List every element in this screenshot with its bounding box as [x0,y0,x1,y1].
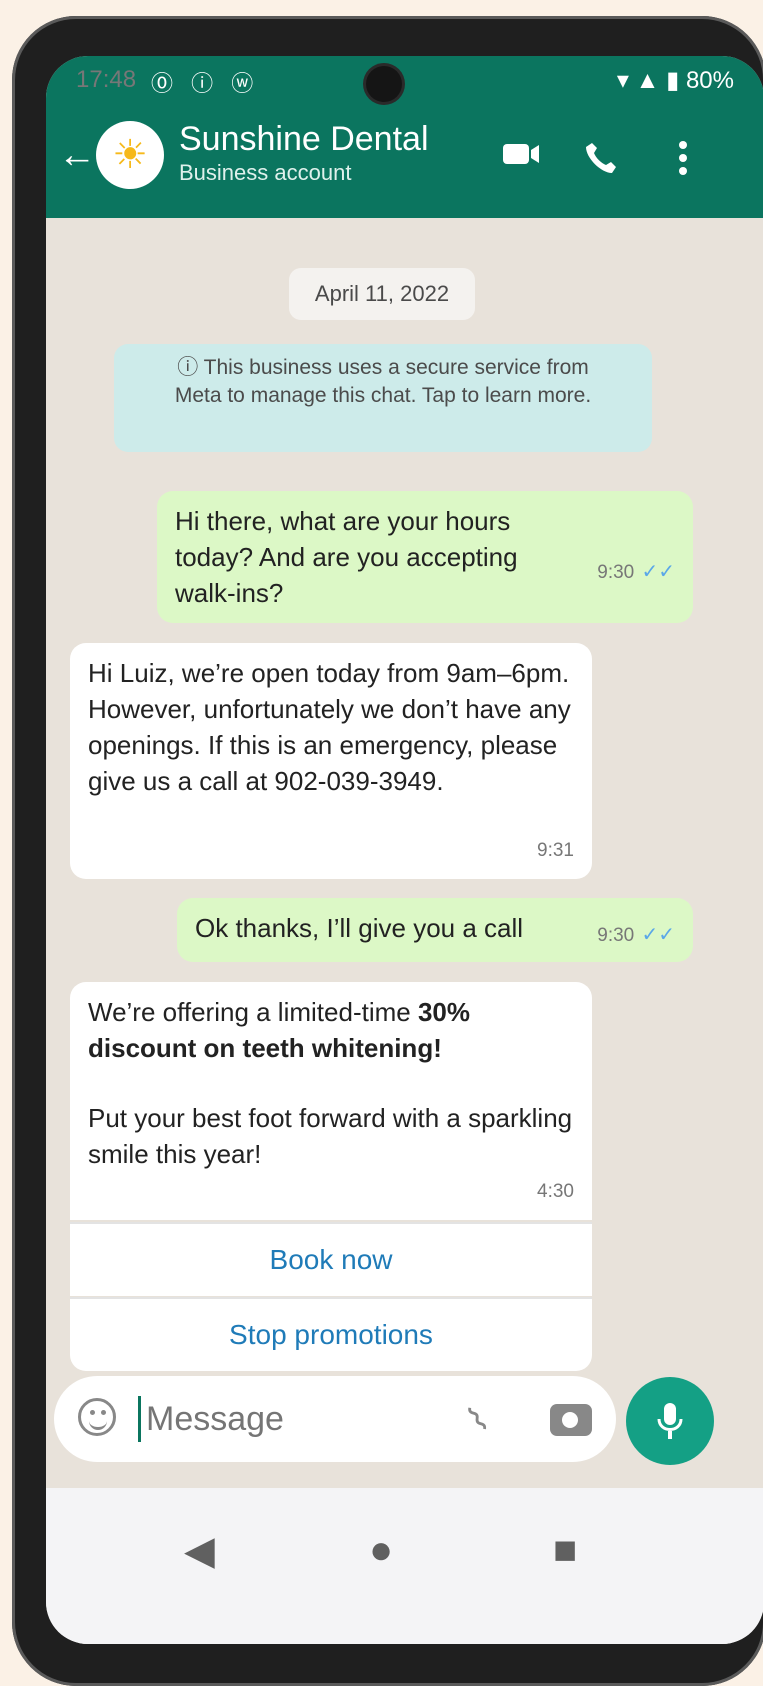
message-time: 9:31 [537,840,574,861]
front-camera [366,66,402,102]
status-app-icons: ⓪ ⓘ ⓦ [151,71,260,96]
phone-frame: 17:48 ⓪ ⓘ ⓦ ▾ ▲ ▮ 80% ← ☀ Sunshine Denta… [12,16,763,1686]
message-time: 9:30 [597,562,635,583]
video-call-icon[interactable] [501,140,541,173]
phone-call-icon[interactable] [583,140,619,181]
outgoing-message-2[interactable]: Ok thanks, I’ll give you a call 9:30 ✓✓ [177,898,693,962]
outgoing-message-1[interactable]: Hi there, what are your hours today? And… [157,491,693,623]
screen: 17:48 ⓪ ⓘ ⓦ ▾ ▲ ▮ 80% ← ☀ Sunshine Denta… [46,56,763,1644]
meta-security-notice[interactable]: ⓘ This business uses a secure service fr… [114,344,652,452]
message-text: Hi Luiz, we’re open today from 9am–6pm. … [88,658,571,796]
book-now-button[interactable]: Book now [70,1222,592,1296]
battery-icon: ▮ [666,67,680,94]
message-composer: ⌇ [54,1376,616,1462]
home-nav-icon[interactable]: ● [369,1528,393,1573]
message-time: 9:30 [597,925,635,946]
system-navigation-bar: ◀ ● ■ [46,1488,763,1644]
status-time: 17:48 [76,66,137,93]
chat-area: April 11, 2022 ⓘ This business uses a se… [46,218,763,1488]
battery-status: ▾ ▲ ▮ 80% [617,66,734,95]
camera-icon[interactable] [550,1404,592,1436]
battery-percent: 80% [685,67,734,94]
signal-icon: ▲ [635,67,660,94]
chat-subtitle: Business account [179,160,352,185]
incoming-message-1[interactable]: Hi Luiz, we’re open today from 9am–6pm. … [70,643,592,879]
message-text: We’re offering a limited-time 30% discou… [88,994,574,1066]
promotional-message[interactable]: We’re offering a limited-time 30% discou… [70,982,592,1220]
info-icon: ⓘ [177,356,204,379]
text-cursor [138,1396,141,1442]
promo-secondary-text: Put your best foot forward with a sparkl… [88,1103,573,1169]
mic-icon [657,1403,683,1439]
notice-text: This business uses a secure service from… [174,356,592,407]
date-chip: April 11, 2022 [289,268,475,320]
mic-button[interactable] [626,1377,714,1465]
chat-title[interactable]: Sunshine Dental [179,120,429,159]
message-text: Ok thanks, I’ll give you a call [195,913,524,943]
message-meta: 9:30 ✓✓ [597,914,675,954]
sun-icon: ☀ [112,133,148,177]
back-nav-icon[interactable]: ◀ [184,1528,215,1574]
back-arrow-icon[interactable]: ← [58,136,96,174]
read-ticks-icon: ✓✓ [641,924,675,946]
more-options-icon[interactable] [678,140,688,181]
status-bar: 17:48 ⓪ ⓘ ⓦ ▾ ▲ ▮ 80% [46,56,763,106]
wifi-icon: ▾ [616,67,629,94]
chat-header: 17:48 ⓪ ⓘ ⓦ ▾ ▲ ▮ 80% ← ☀ Sunshine Denta… [46,56,763,218]
read-ticks-icon: ✓✓ [641,561,675,583]
message-text: Hi there, what are your hours today? And… [175,506,518,608]
emoji-icon[interactable] [78,1398,116,1436]
recents-nav-icon[interactable]: ■ [553,1528,577,1573]
message-meta: 9:30 ✓✓ [597,551,675,591]
business-avatar[interactable]: ☀ [96,121,164,189]
message-input[interactable] [144,1394,468,1444]
promo-intro-text: We’re offering a limited-time [88,997,418,1027]
message-time: 4:30 [537,1181,574,1202]
stop-promotions-button[interactable]: Stop promotions [70,1297,592,1371]
